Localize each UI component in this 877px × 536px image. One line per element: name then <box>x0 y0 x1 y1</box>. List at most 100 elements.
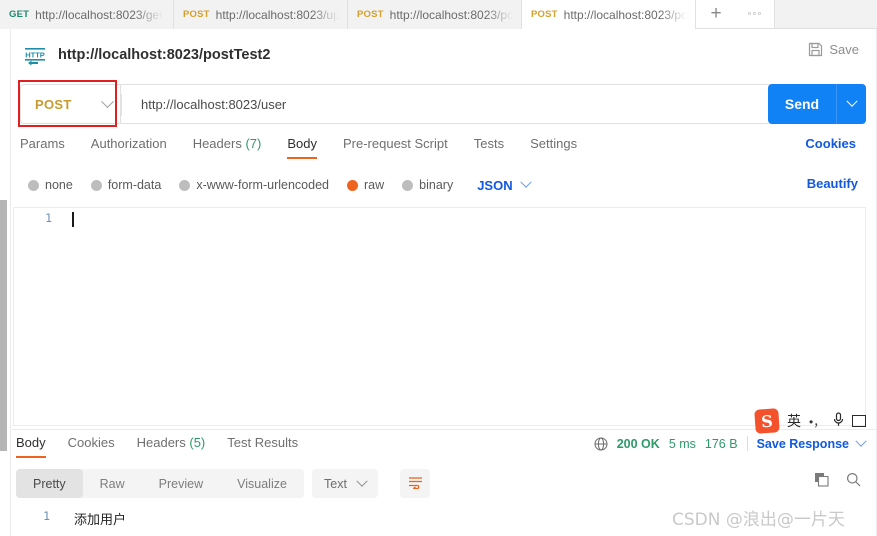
tab-authorization[interactable]: Authorization <box>91 136 181 159</box>
response-tab-body[interactable]: Body <box>16 435 58 458</box>
svg-text:HTTP: HTTP <box>25 50 45 59</box>
response-tab-headers[interactable]: Headers (5) <box>137 435 218 458</box>
tab-pre-request-script[interactable]: Pre-request Script <box>343 136 462 159</box>
save-response-button[interactable]: Save Response <box>757 435 867 451</box>
response-line-content: 添加用户 <box>74 513 127 528</box>
tab-url-label: http://localhost:8023/po <box>563 7 687 22</box>
tab-label: Test Results <box>227 435 299 450</box>
tab-label: Headers <box>136 435 186 450</box>
tab-url-label: http://localhost:8023/get <box>35 7 163 22</box>
body-type-label: x-www-form-urlencoded <box>196 178 329 192</box>
globe-icon[interactable] <box>594 437 608 451</box>
body-type-label: form-data <box>107 178 162 192</box>
send-button[interactable]: Send <box>768 84 836 124</box>
editor-line-number: 1 <box>45 211 52 225</box>
tab-settings[interactable]: Settings <box>530 136 591 159</box>
status-badge: 200 OK <box>616 436 660 451</box>
keyboard-icon[interactable] <box>852 415 867 427</box>
save-button[interactable]: Save <box>808 42 859 57</box>
response-size: 176 B <box>704 436 738 451</box>
tabbar-filler <box>774 0 877 28</box>
body-type-urlencoded[interactable]: x-www-form-urlencoded <box>179 178 329 192</box>
send-options-button[interactable] <box>836 84 866 124</box>
copy-icon[interactable] <box>814 472 829 490</box>
tab-params[interactable]: Params <box>20 136 79 159</box>
response-divider <box>12 429 877 430</box>
tab-url-label: http://localhost:8023/up <box>215 7 339 22</box>
chevron-down-icon <box>845 95 858 107</box>
send-button-group: Send <box>768 84 866 124</box>
search-icon[interactable] <box>846 472 861 490</box>
response-line-number: 1 <box>43 509 50 523</box>
microphone-icon[interactable] <box>833 412 844 430</box>
request-tab[interactable]: POST http://localhost:8023/up <box>174 0 348 29</box>
http-method-dropdown[interactable]: POST <box>20 84 120 124</box>
request-tab[interactable]: POST http://localhost:8023/po <box>348 0 522 29</box>
beautify-link[interactable]: Beautify <box>807 176 858 191</box>
url-input[interactable]: http://localhost:8023/user <box>120 84 866 124</box>
tab-url-label: http://localhost:8023/po <box>389 7 513 22</box>
body-type-binary[interactable]: binary <box>402 178 453 192</box>
response-tab-cookies[interactable]: Cookies <box>68 435 127 458</box>
request-body-editor[interactable]: 1 <box>13 207 866 426</box>
sogou-logo-icon[interactable]: S <box>754 408 780 434</box>
request-detail-tabs: Params Authorization Headers (7) Body Pr… <box>20 136 866 162</box>
url-bar-row: POST http://localhost:8023/user Send <box>20 84 866 124</box>
body-type-none[interactable]: none <box>28 178 73 192</box>
response-tab-test-results[interactable]: Test Results <box>227 435 310 458</box>
body-type-label: none <box>45 178 73 192</box>
tab-label: Pre-request Script <box>342 136 448 151</box>
response-format-label: Text <box>324 476 347 491</box>
http-protocol-icon: HTTP <box>24 45 46 66</box>
view-raw[interactable]: Raw <box>83 469 142 498</box>
tab-label: Tests <box>473 136 505 151</box>
tab-label: Body <box>287 136 317 151</box>
chevron-down-icon <box>519 176 532 188</box>
body-type-raw[interactable]: raw <box>347 178 384 192</box>
request-tab-bar: GET http://localhost:8023/get POST http:… <box>0 0 877 29</box>
view-preview[interactable]: Preview <box>142 469 220 498</box>
tab-body[interactable]: Body <box>287 136 331 159</box>
body-type-options: none form-data x-www-form-urlencoded raw… <box>28 174 868 196</box>
response-view-segmented-control: Pretty Raw Preview Visualize <box>16 469 304 498</box>
meta-divider <box>746 436 748 451</box>
cookies-link[interactable]: Cookies <box>805 136 856 151</box>
sidebar-resize-handle[interactable] <box>0 200 7 451</box>
ime-language-mode[interactable]: 英 <box>787 411 801 431</box>
new-tab-button[interactable]: + <box>696 0 736 28</box>
tab-tests[interactable]: Tests <box>474 136 518 159</box>
request-tab-active[interactable]: POST http://localhost:8023/po <box>522 0 696 29</box>
chevron-down-icon <box>855 435 867 447</box>
tab-more-options-icon[interactable]: ◦◦◦ <box>736 0 774 28</box>
floppy-disk-icon <box>808 42 823 57</box>
word-wrap-button[interactable] <box>400 469 430 498</box>
body-format-label: JSON <box>477 177 513 193</box>
tab-headers[interactable]: Headers (7) <box>193 136 276 159</box>
radio-icon <box>179 179 191 191</box>
ime-punctuation-toggle[interactable]: •， <box>809 413 825 430</box>
radio-icon <box>402 179 414 191</box>
tab-label: Headers <box>192 136 242 151</box>
response-time: 5 ms <box>668 436 696 451</box>
tab-label: Authorization <box>90 136 167 151</box>
chevron-down-icon <box>356 475 368 487</box>
tab-count: (7) <box>245 136 262 151</box>
view-visualize[interactable]: Visualize <box>220 469 304 498</box>
chevron-down-icon <box>101 94 114 108</box>
response-action-icons <box>814 472 861 490</box>
tab-label: Body <box>16 435 46 450</box>
tab-label: Params <box>20 136 65 151</box>
response-meta: 200 OK 5 ms 176 B Save Response <box>594 435 867 451</box>
response-format-dropdown[interactable]: Text <box>312 469 378 498</box>
body-type-form-data[interactable]: form-data <box>90 178 162 192</box>
tab-method-badge: POST <box>531 9 558 20</box>
word-wrap-icon <box>408 475 423 492</box>
view-pretty[interactable]: Pretty <box>16 469 83 498</box>
watermark-text: CSDN @浪出@一片天 <box>672 510 845 530</box>
body-format-dropdown[interactable]: JSON <box>477 176 532 193</box>
request-tab[interactable]: GET http://localhost:8023/get <box>0 0 174 29</box>
body-type-label: raw <box>364 178 385 192</box>
left-panel-edge <box>0 29 11 536</box>
response-view-toolbar: Pretty Raw Preview Visualize Text <box>16 469 861 498</box>
radio-icon <box>90 179 102 191</box>
